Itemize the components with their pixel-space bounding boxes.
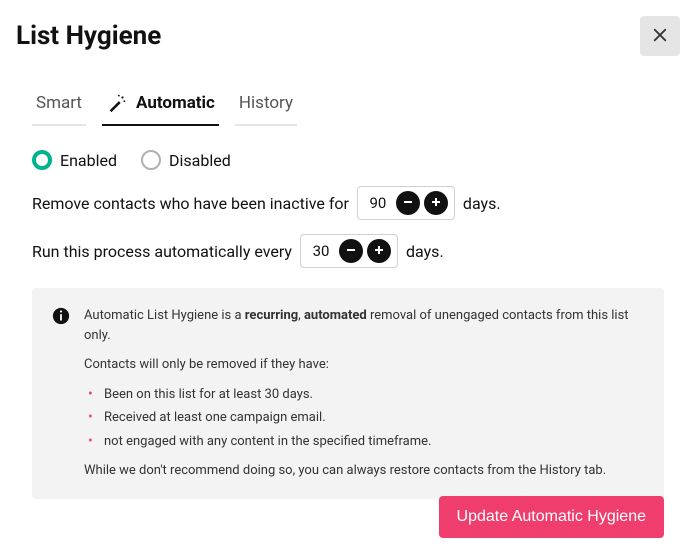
inactive-days-row: Remove contacts who have been inactive f… [32,186,664,220]
inactive-suffix: days. [463,194,501,213]
close-button[interactable] [640,16,680,56]
tab-row: Smart Automatic History [32,84,664,126]
tab-smart[interactable]: Smart [32,84,86,126]
radio-label: Disabled [169,151,231,170]
radio-disabled[interactable]: Disabled [141,150,231,170]
plus-icon [373,244,385,259]
close-icon [651,26,669,47]
update-automatic-hygiene-button[interactable]: Update Automatic Hygiene [439,496,664,538]
run-days-value[interactable]: 30 [307,242,335,260]
minus-icon [345,244,357,259]
tab-automatic[interactable]: Automatic [102,84,219,126]
run-days-decrement[interactable] [339,239,363,263]
inactive-days-value[interactable]: 90 [364,194,392,212]
inactive-days-stepper: 90 [357,186,455,220]
info-line-3: While we don't recommend doing so, you c… [84,461,644,481]
radio-label: Enabled [60,151,117,170]
radio-icon [141,150,161,170]
info-content: Automatic List Hygiene is a recurring, a… [84,306,644,481]
radio-icon [32,150,52,170]
plus-icon [430,196,442,211]
tab-label: Smart [36,93,82,113]
tab-label: Automatic [136,93,215,113]
info-line-1: Automatic List Hygiene is a recurring, a… [84,306,644,345]
page-title: List Hygiene [16,21,161,51]
magic-wand-icon [106,92,128,114]
dialog-header: List Hygiene [16,16,680,56]
minus-icon [402,196,414,211]
run-every-row: Run this process automatically every 30 … [32,234,664,268]
info-callout: Automatic List Hygiene is a recurring, a… [32,288,664,499]
info-icon [52,307,70,325]
enabled-radio-group: Enabled Disabled [32,150,664,170]
radio-enabled[interactable]: Enabled [32,150,117,170]
inactive-days-decrement[interactable] [396,191,420,215]
run-suffix: days. [406,242,444,261]
tab-history[interactable]: History [235,84,297,126]
info-line-2: Contacts will only be removed if they ha… [84,355,644,375]
tab-label: History [239,93,293,113]
info-bullet: Received at least one campaign email. [88,408,644,428]
info-bullet: Been on this list for at least 30 days. [88,385,644,405]
run-days-increment[interactable] [367,239,391,263]
info-bullet: not engaged with any content in the spec… [88,432,644,452]
inactive-days-increment[interactable] [424,191,448,215]
dialog-footer: Update Automatic Hygiene [439,496,664,538]
dialog-content: Smart Automatic History Enabled Disable [16,84,680,499]
info-bullet-list: Been on this list for at least 30 days. … [84,385,644,452]
run-days-stepper: 30 [300,234,398,268]
run-prefix: Run this process automatically every [32,242,292,261]
inactive-prefix: Remove contacts who have been inactive f… [32,194,349,213]
